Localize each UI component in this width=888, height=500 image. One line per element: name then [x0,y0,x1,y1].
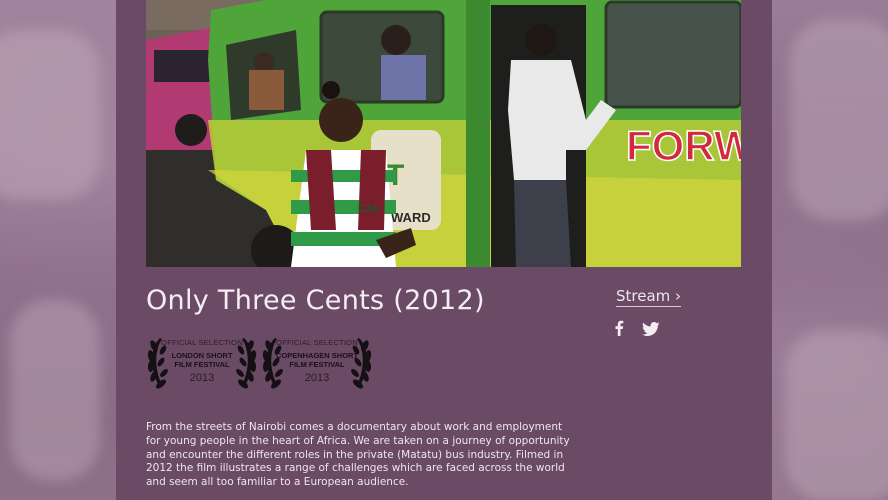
laurel-festival-line1: LONDON SHORT [171,351,233,360]
twitter-icon[interactable] [642,321,660,340]
svg-text:FORW: FORW [626,122,741,169]
laurel-year: 2013 [304,372,330,384]
video-still[interactable]: T WARD FORW CAL [146,0,741,267]
laurel-festival-line2: FILM FESTIVAL [174,360,230,369]
laurel-festival-line2: FILM FESTIVAL [289,360,345,369]
film-description: From the streets of Nairobi comes a docu… [146,421,570,489]
laurel-selection-label: OFFICIAL SELECTION [276,338,358,347]
laurel-selection-label: OFFICIAL SELECTION [161,338,243,347]
svg-text:WARD: WARD [391,210,431,225]
film-title: Only Three Cents (2012) [146,285,485,316]
laurel-copenhagen: OFFICIAL SELECTION COPENHAGEN SHORT FILM… [261,332,373,392]
content-panel: T WARD FORW CAL [116,0,772,500]
stream-link[interactable]: Stream › [616,287,682,307]
festival-laurels: OFFICIAL SELECTION LONDON SHORT FILM FES… [146,332,373,392]
laurel-festival-line1: COPENHAGEN SHORT [275,351,359,360]
svg-text:CAL: CAL [358,203,381,215]
matatu-bus-scene: T WARD FORW CAL [146,0,741,267]
laurel-year: 2013 [189,372,215,384]
social-links [614,320,660,340]
laurel-london: OFFICIAL SELECTION LONDON SHORT FILM FES… [146,332,258,392]
facebook-icon[interactable] [614,320,624,340]
